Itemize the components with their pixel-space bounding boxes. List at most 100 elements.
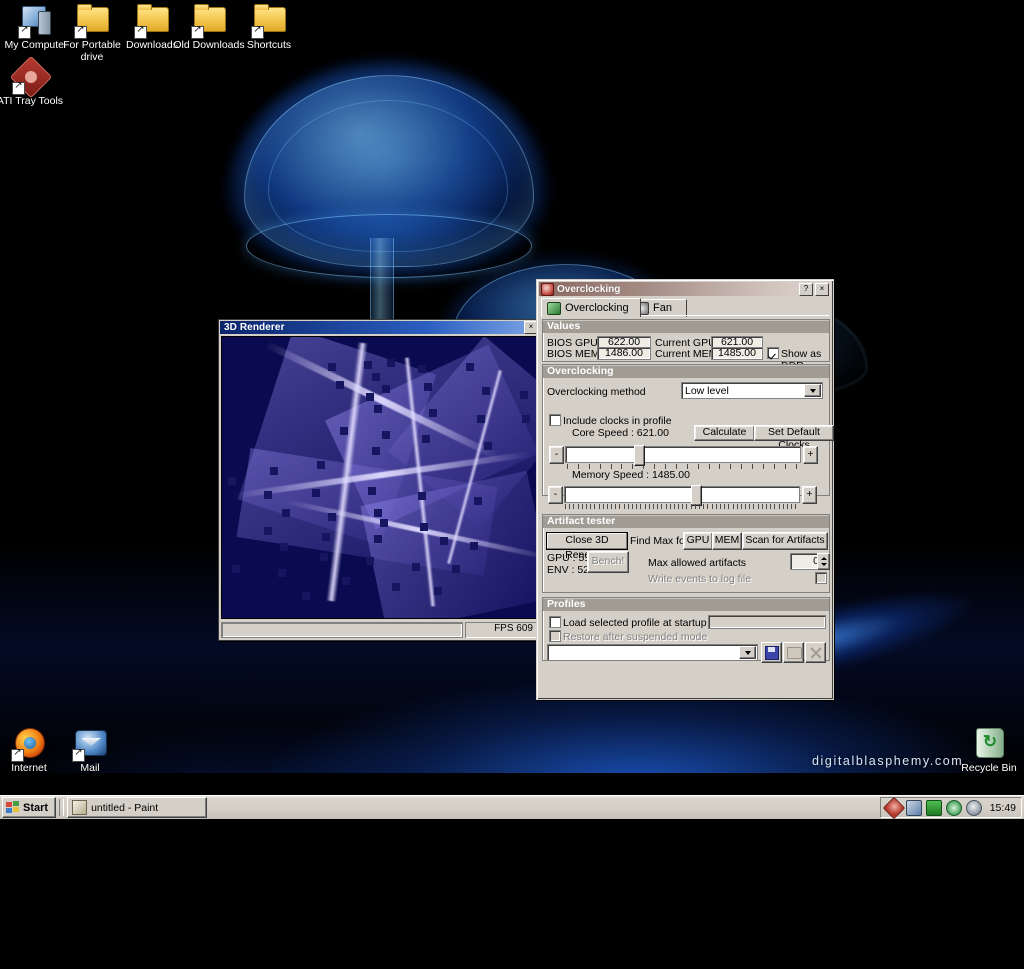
render-artifact-block <box>434 587 442 595</box>
memory-speed-slider[interactable] <box>564 485 800 506</box>
render-artifact-block <box>340 427 348 435</box>
profiles-panel: Profiles Load selected profile at startu… <box>542 597 830 663</box>
overclocking-method-value: Low level <box>685 384 729 397</box>
3d-renderer-titlebar[interactable]: 3D Renderer × <box>220 321 540 334</box>
render-artifact-block <box>336 381 344 389</box>
render-artifact-block <box>302 592 310 600</box>
calculate-button[interactable]: Calculate <box>694 425 755 441</box>
help-icon[interactable]: ? <box>799 282 813 296</box>
desktop-icon-label: ATI Tray Tools <box>0 95 64 107</box>
close-3d-renderer-button[interactable]: Close 3D Renderer <box>546 532 628 561</box>
max-allowed-artifacts-label: Max allowed artifacts <box>648 557 747 569</box>
render-artifact-block <box>412 563 420 571</box>
render-artifact-block <box>280 543 288 551</box>
render-artifact-block <box>424 383 432 391</box>
bios-mem-value: 1486.00 <box>597 347 651 360</box>
render-artifact-block <box>382 431 390 439</box>
network-icon[interactable] <box>905 799 922 816</box>
render-artifact-block <box>522 415 530 423</box>
render-artifact-block <box>228 477 236 485</box>
memory-speed-increment-button[interactable]: + <box>802 486 817 504</box>
tab-overclocking[interactable]: Overclocking <box>541 298 641 317</box>
render-artifact-block <box>374 509 382 517</box>
show-as-ddr-checkbox[interactable] <box>767 347 779 359</box>
delete-profile-button[interactable] <box>805 642 826 663</box>
render-artifact-block <box>270 467 278 475</box>
desktop-icon-label: Recycle Bin <box>961 762 1017 774</box>
render-artifact-block <box>372 447 380 455</box>
chevron-down-icon[interactable] <box>804 384 821 397</box>
start-button[interactable]: Start <box>2 797 57 818</box>
render-artifact-block <box>466 363 474 371</box>
render-artifact-block <box>312 489 320 497</box>
profile-select[interactable] <box>547 644 758 661</box>
find-max-for-label: Find Max for <box>630 535 689 547</box>
bench-button[interactable]: Bench! <box>587 551 629 573</box>
desktop-icon-mail[interactable]: Mail <box>51 727 129 775</box>
render-artifact-block <box>320 553 328 561</box>
volume-icon[interactable] <box>945 799 962 816</box>
folder-icon <box>251 4 286 39</box>
render-artifact-block <box>422 435 430 443</box>
core-speed-decrement-button[interactable]: - <box>549 446 564 464</box>
taskbar[interactable]: Start untitled - Paint 15:49 <box>0 795 1024 819</box>
restore-after-suspend-checkbox[interactable] <box>549 630 561 642</box>
desktop-icon-ati-tray-tools[interactable]: ATI Tray Tools <box>0 55 69 108</box>
desktop-icon-recycle-bin[interactable]: Recycle Bin <box>950 727 1024 775</box>
mail-icon <box>72 727 107 762</box>
system-tray[interactable]: 15:49 <box>879 796 1022 819</box>
tabstrip: Overclocking Fan <box>541 298 829 317</box>
core-speed-slider-thumb[interactable] <box>634 445 645 466</box>
render-artifact-block <box>368 487 376 495</box>
render-artifact-block <box>387 359 395 367</box>
write-events-label: Write events to log file <box>648 573 752 585</box>
render-artifact-block <box>364 361 372 369</box>
fps-counter: FPS 609 <box>465 622 537 638</box>
scan-for-artifacts-button[interactable]: Scan for Artifacts <box>742 532 828 550</box>
load-profile-at-startup-checkbox[interactable] <box>549 616 561 628</box>
windows-logo-icon <box>6 801 20 814</box>
render-artifact-block <box>392 583 400 591</box>
overclocking-window[interactable]: Overclocking ? × Overclocking Fan Values… <box>536 279 834 700</box>
open-profile-button[interactable] <box>783 642 804 663</box>
overclocking-panel: Overclocking Overclocking method Low lev… <box>542 364 834 496</box>
render-artifact-block <box>282 509 290 517</box>
save-icon <box>765 646 779 660</box>
ati-tray-icon[interactable] <box>882 796 906 819</box>
3d-renderer-window[interactable]: 3D Renderer × FPS 609 <box>218 319 542 641</box>
memory-speed-slider-thumb[interactable] <box>691 485 702 506</box>
clock-tray-icon[interactable] <box>965 799 982 816</box>
open-folder-icon <box>787 647 802 659</box>
taskbar-item-paint[interactable]: untitled - Paint <box>67 797 208 818</box>
core-speed-label: Core Speed : 621.00 <box>572 427 669 439</box>
set-default-clocks-button[interactable]: Set Default Clocks <box>754 425 834 451</box>
render-artifact-block <box>418 365 426 373</box>
find-max-mem-button[interactable]: MEM <box>712 532 742 550</box>
render-artifact-block <box>366 557 374 565</box>
current-mem-value: 1485.00 <box>711 347 763 360</box>
memory-speed-decrement-button[interactable]: - <box>548 486 563 504</box>
overclocking-titlebar[interactable]: Overclocking ? × <box>539 282 831 296</box>
render-artifact-block <box>382 385 390 393</box>
3d-render-canvas[interactable] <box>221 336 539 619</box>
render-artifact-block <box>452 565 460 573</box>
find-max-gpu-button[interactable]: GPU <box>683 532 713 550</box>
core-speed-increment-button[interactable]: + <box>803 446 818 464</box>
max-allowed-artifacts-spinner[interactable] <box>817 553 830 570</box>
core-speed-slider[interactable] <box>565 445 801 466</box>
render-artifact-block <box>482 387 490 395</box>
save-profile-button[interactable] <box>761 642 782 663</box>
close-icon[interactable]: × <box>815 282 829 296</box>
desktop-icon-shortcuts[interactable]: Shortcuts <box>230 4 308 52</box>
safely-remove-icon[interactable] <box>925 799 942 816</box>
include-clocks-checkbox[interactable] <box>549 414 561 426</box>
render-artifact-block <box>477 415 485 423</box>
render-artifact-block <box>317 461 325 469</box>
chevron-down-icon[interactable] <box>739 646 756 659</box>
overclocking-group-header: Overclocking <box>543 365 829 378</box>
write-events-checkbox[interactable] <box>815 572 827 584</box>
tab-label: Overclocking <box>565 302 629 314</box>
bios-mem-label: BIOS MEM <box>547 348 600 360</box>
render-artifact-block <box>264 527 272 535</box>
overclocking-method-select[interactable]: Low level <box>681 382 823 399</box>
